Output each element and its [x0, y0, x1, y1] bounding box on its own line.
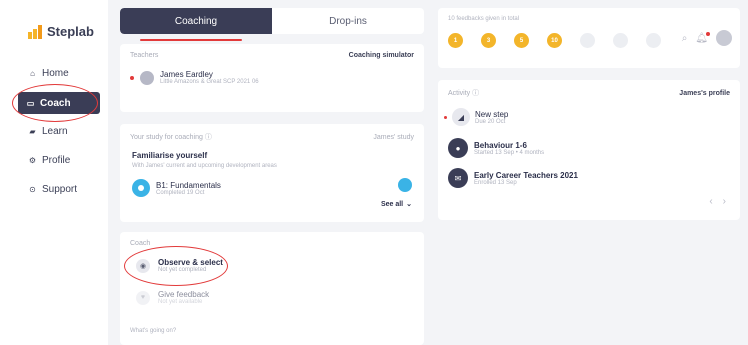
chevron-down-icon: ⌄ — [406, 201, 412, 208]
teacher-row[interactable]: James Eardley Little Amazons & Great SCP… — [130, 70, 259, 85]
activity-item[interactable]: ◢ New step Due 20 Oct — [444, 108, 508, 126]
sidebar-item-support[interactable]: ⊙ Support — [28, 180, 77, 198]
step-title: Observe & select — [158, 258, 223, 267]
badge-icon: 10 — [547, 33, 562, 48]
coach-card-title: Coach — [130, 240, 151, 247]
notification-dot — [130, 75, 134, 80]
step-give-feedback[interactable]: ♥ Give feedback Not yet available — [136, 290, 209, 305]
activity-item-sub: Started 13 Sep • 4 months — [474, 149, 545, 156]
avatar[interactable] — [716, 30, 732, 46]
badge-icon: 5 — [514, 33, 529, 48]
course-icon: ✉ — [448, 168, 468, 188]
badge-icon — [646, 33, 661, 48]
badge-icon — [580, 33, 595, 48]
feedback-card: 10 feedbacks given in total 1 3 5 10 ⌕ 🔔… — [438, 8, 740, 68]
activity-title: Activity ⓘ — [448, 90, 480, 97]
activity-item-title: New step — [475, 109, 509, 119]
james-study-link[interactable]: James' study — [373, 134, 414, 141]
study-item[interactable]: B1: Fundamentals Completed 19 Oct — [132, 179, 221, 197]
teachers-card: Teachers Coaching simulator James Eardle… — [120, 44, 424, 112]
brand-name: Steplab — [47, 24, 94, 39]
search-icon[interactable]: ⌕ — [682, 33, 688, 44]
badge-icon: 1 — [448, 33, 463, 48]
activity-item-title: Early Career Teachers 2021 — [474, 170, 578, 180]
step-title: Give feedback — [158, 290, 210, 299]
sidebar-item-profile[interactable]: ⚙ Profile — [28, 151, 70, 169]
teacher-meta: Little Amazons & Great SCP 2021 06 — [160, 79, 259, 85]
step-observe-select[interactable]: ◉ Observe & select Not yet completed — [136, 258, 223, 273]
coaching-tabs: Coaching Drop-ins — [120, 8, 424, 34]
notification-dot — [444, 115, 447, 119]
teacher-name: James Eardley — [160, 70, 213, 79]
study-item-title: B1: Fundamentals — [156, 180, 221, 190]
see-all-link[interactable]: See all ⌄ — [381, 200, 412, 209]
help-icon: ⊙ — [29, 184, 36, 194]
tab-coaching[interactable]: Coaching — [120, 8, 272, 34]
avatar — [140, 70, 154, 85]
teachers-title: Teachers — [130, 52, 159, 59]
study-desc: With James' current and upcoming develop… — [132, 163, 277, 169]
coaching-simulator-link[interactable]: Coaching simulator — [349, 52, 414, 59]
chevron-right-icon[interactable]: › — [723, 196, 726, 207]
behaviour-icon: ● — [448, 138, 468, 158]
status-dot-icon — [398, 178, 412, 192]
activity-item-sub: Enrolled 13 Sep — [474, 179, 517, 186]
tab-drop-ins[interactable]: Drop-ins — [272, 8, 424, 34]
study-title: Your study for coaching ⓘ — [130, 134, 212, 141]
activity-item[interactable]: ✉ Early Career Teachers 2021 Enrolled 13… — [448, 168, 578, 188]
sidebar: Steplab ⌂ Home ▭ Coach ▰ Learn ⚙ Profile… — [0, 0, 108, 345]
activity-item-title: Behaviour 1-6 — [474, 140, 527, 150]
step-icon: ◢ — [452, 108, 470, 126]
study-heading: Familiarise yourself — [132, 151, 208, 160]
james-profile-link[interactable]: James's profile — [679, 90, 730, 97]
sidebar-item-label: Support — [42, 183, 78, 195]
activity-card: Activity ⓘ James's profile ◢ New step Du… — [438, 80, 740, 220]
sidebar-item-label: Coach — [40, 97, 71, 109]
steplab-logo-icon — [28, 24, 42, 39]
sidebar-item-home[interactable]: ⌂ Home — [28, 64, 69, 82]
coach-card: Coach ◉ Observe & select Not yet complet… — [120, 232, 424, 345]
badge-row: 1 3 5 10 — [448, 33, 661, 48]
chevron-left-icon[interactable]: ‹ — [709, 196, 712, 207]
sidebar-item-learn[interactable]: ▰ Learn — [28, 122, 68, 140]
eye-icon: ◉ — [136, 258, 150, 273]
heart-icon: ♥ — [136, 290, 150, 305]
sidebar-item-label: Learn — [42, 125, 68, 137]
steplab-logo[interactable]: Steplab — [28, 24, 94, 39]
progress-icon — [132, 179, 150, 197]
step-sub: Not yet completed — [158, 267, 207, 273]
sidebar-item-coach[interactable]: ▭ Coach — [18, 92, 100, 114]
activity-item-sub: Due 20 Oct — [475, 118, 506, 125]
home-icon: ⌂ — [30, 68, 35, 78]
sidebar-item-label: Home — [42, 67, 69, 79]
book-icon: ▰ — [29, 126, 36, 136]
study-item-sub: Completed 19 Oct — [156, 189, 205, 196]
sidebar-item-label: Profile — [42, 154, 71, 166]
badge-icon — [613, 33, 628, 48]
step-sub: Not yet available — [158, 299, 203, 305]
chat-icon: ▭ — [26, 98, 35, 108]
annotation-underline — [140, 39, 242, 41]
badge-icon: 3 — [481, 33, 496, 48]
activity-item[interactable]: ● Behaviour 1-6 Started 13 Sep • 4 month… — [448, 138, 544, 158]
bell-icon[interactable]: 🔔︎ — [695, 31, 710, 44]
gear-icon: ⚙ — [28, 155, 37, 165]
feedback-title: 10 feedbacks given in total — [448, 16, 520, 22]
whats-going-on-link[interactable]: What's going on? — [130, 328, 176, 334]
study-card: Your study for coaching ⓘ James' study F… — [120, 124, 424, 222]
